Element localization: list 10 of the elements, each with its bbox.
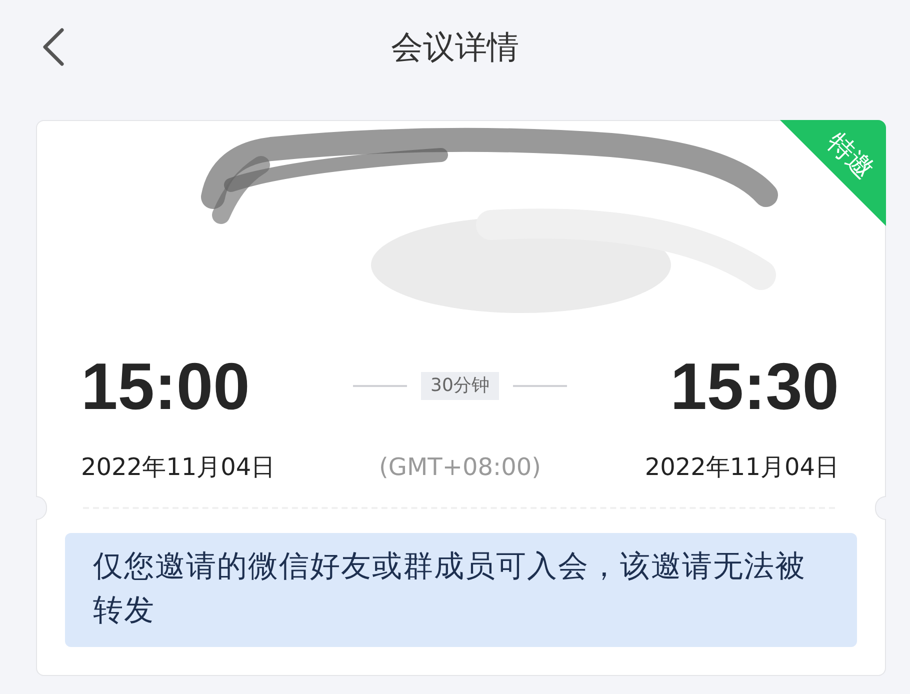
page-title: 会议详情 (391, 28, 519, 66)
end-date: 2022年11月04日 (644, 453, 839, 482)
duration-tag: 30分钟 (420, 372, 500, 400)
start-time: 15:00 (81, 353, 250, 419)
back-chevron-icon (42, 28, 64, 66)
ribbon-label: 特邀 (822, 128, 878, 184)
invite-notice: 仅您邀请的微信好友或群成员可入会，该邀请无法被转发 (65, 532, 857, 647)
start-date: 2022年11月04日 (81, 453, 276, 482)
timezone-label: (GMT+08:00) (379, 453, 541, 482)
end-time: 15:30 (670, 353, 839, 419)
